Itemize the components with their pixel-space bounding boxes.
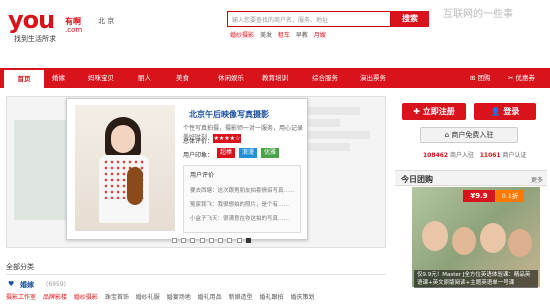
merchant-join-label: 商户免费入驻 [451,131,494,139]
cert-count: 11061 [479,152,501,159]
nav-item-wedding[interactable]: 婚嫁 [52,68,65,88]
review-box: 用户评价 要去西塘：这次跟男朋友拍套情侣写真…… 冤家我飞：我很想拍的照片，是个… [183,165,301,233]
hot-link[interactable]: 美发 [260,32,272,39]
heart-icon: ♥ [8,280,15,288]
category-link[interactable]: 婚宴场地 [167,294,191,301]
impression-label: 用户印象： [183,152,214,159]
categories-divider [6,274,386,275]
nav-item-tickets[interactable]: 演出票务 [360,68,386,88]
slider-dot[interactable] [218,238,224,243]
site-logo[interactable]: you 有啊 .com [8,6,88,36]
category-link[interactable]: 摄影工作室 [6,294,36,301]
nav-groupbuy[interactable]: ⊞ 团购 [470,68,491,88]
register-icon: ✚ [413,107,420,116]
category-links: 摄影工作室 品牌影楼 婚纱摄影 珠宝首饰 婚纱礼服 婚宴场地 婚礼用品 新娘造型… [6,292,319,301]
groupbuy-caption[interactable]: 仅9.9元！Master J全方位英语体验课：精品英语课+英文原版阅读+主题英语… [414,270,538,288]
cert-count-label: 商户认证 [502,152,527,159]
groupbuy-discount: 0.1折 [496,190,524,202]
register-label: 立即注册 [422,107,455,116]
nav-item-food[interactable]: 美食 [176,68,189,88]
slider-dot[interactable] [199,238,205,243]
slider-dot[interactable] [227,238,233,243]
nav-item-beauty[interactable]: 丽人 [138,68,151,88]
impression-tag: 浪漫 [239,148,257,158]
category-link[interactable]: 新娘造型 [229,294,253,301]
category-link[interactable]: 婚礼用品 [198,294,222,301]
user-icon: 👤 [490,107,501,116]
groupbuy-more-link[interactable]: 更多 [531,175,543,184]
city-selector[interactable]: 北 京 [98,16,114,26]
merchant-title[interactable]: 北京午后映像写真摄影 [189,109,269,120]
slider-dot[interactable] [236,238,242,243]
category-link[interactable]: 婚纱摄影 [74,294,98,301]
category-wedding-count: (6959) [46,281,66,288]
category-wedding[interactable]: 婚嫁 [20,280,34,290]
main-nav: 首页 婚嫁 妈咪宝贝 丽人 美食 休闲娱乐 教育培训 综合服务 演出票务 ⊞ 团… [0,68,550,88]
merchant-popup[interactable]: 北京午后映像写真摄影 个性写真拍摄，摄影师一对一服务，用心记录美好时刻 总体评价… [66,98,308,240]
review-item[interactable]: 小盒子飞天：很满意在你这拍的写真…… [190,214,289,222]
search-button[interactable]: 搜索 [391,11,429,27]
login-button[interactable]: 👤 登录 [474,103,536,120]
merchant-count: 108462 [423,152,449,159]
register-button[interactable]: ✚ 立即注册 [402,103,466,120]
nav-item-home[interactable]: 首页 [4,70,44,88]
review-title: 用户评价 [190,172,215,179]
nav-item-baby[interactable]: 妈咪宝贝 [88,68,114,88]
nav-coupon[interactable]: ✂ 优惠券 [508,68,535,88]
login-label: 登录 [503,107,520,116]
category-link[interactable]: 婚礼跟拍 [260,294,284,301]
merchant-photo[interactable] [75,105,175,231]
hot-link[interactable]: 租车 [278,32,290,39]
nav-item-services[interactable]: 综合服务 [312,68,338,88]
groupbuy-title: 今日团购 [401,175,433,184]
rating-label: 总体评价： [183,138,214,145]
hot-link[interactable]: 月嫂 [314,32,326,39]
category-link[interactable]: 婚庆策划 [290,294,314,301]
review-item[interactable]: 冤家我飞：我很想拍的照片，是个有…… [190,200,289,208]
nav-item-leisure[interactable]: 休闲娱乐 [218,68,244,88]
category-link[interactable]: 珠宝首饰 [105,294,129,301]
merchant-icon: ⌂ [444,131,450,139]
slider-ghost-image [14,120,66,220]
coupon-icon: ✂ [508,74,514,82]
tagline: 找到生活所求 [14,35,56,43]
category-link[interactable]: 品牌影楼 [43,294,67,301]
impression-tag: 优雅 [261,148,279,158]
merchant-count-label: 商户入驻 [449,152,474,159]
groupbuy-header: 今日团购 更多 [395,170,547,186]
slider-pagination [172,237,253,245]
logo-text: you [8,6,55,34]
hot-link[interactable]: 婚纱摄影 [230,32,254,39]
slider-dot[interactable] [172,238,177,243]
slider-dot[interactable] [181,238,187,243]
slider-dot[interactable] [208,238,214,243]
review-item[interactable]: 要去西塘：这次跟男朋友拍套情侣写真…… [190,186,295,194]
search-input[interactable]: 输入您要查找的商户名，服务、地址 [227,11,391,27]
category-link[interactable]: 婚纱礼服 [136,294,160,301]
groupbuy-icon: ⊞ [470,74,476,82]
slider-dot-active[interactable] [245,238,251,243]
nav-item-education[interactable]: 教育培训 [262,68,288,88]
rating-stars: ★★★★☆ [213,134,241,143]
hot-search-links: 婚纱摄影 美发 租车 早教 月嫂 [230,30,330,39]
hot-link[interactable]: 早教 [296,32,308,39]
coupon-label: 优惠券 [515,74,536,82]
header: you 有啊 .com 找到生活所求 北 京 输入您要查找的商户名，服务、地址 … [0,0,550,60]
groupbuy-label: 团购 [477,74,491,82]
groupbuy-price: ¥9.9 [463,190,495,202]
categories-title: 全部分类 [6,263,34,271]
watermark: 互联网的一些事 [443,9,513,20]
stats-bar: 108462 商户入驻 11061 商户认证 [423,150,527,159]
merchant-join-button[interactable]: ⌂ 商户免费入驻 [420,127,518,143]
logo-com: .com [65,26,83,34]
slider-dot[interactable] [190,238,196,243]
impression-tag: 超棒 [217,148,235,158]
